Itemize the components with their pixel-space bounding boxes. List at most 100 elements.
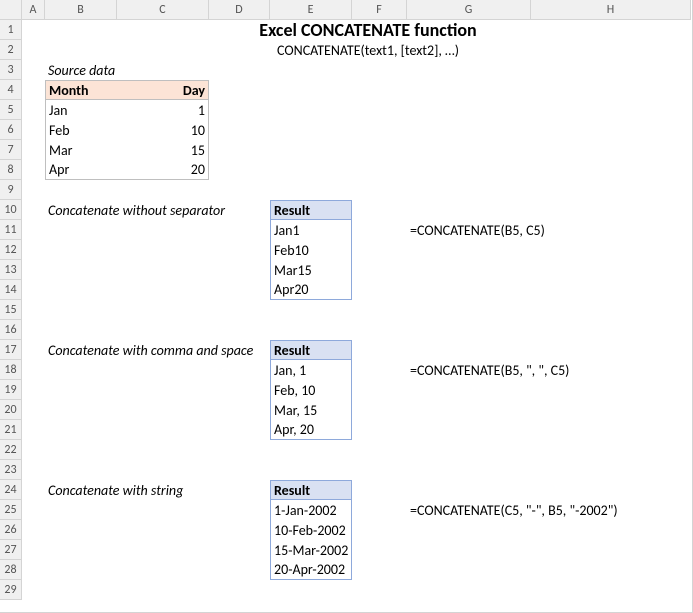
cell[interactable]: [352, 340, 691, 360]
cell[interactable]: [22, 480, 45, 500]
row-header[interactable]: 27: [0, 540, 22, 560]
cell[interactable]: [209, 120, 691, 140]
cell[interactable]: [22, 580, 691, 600]
result-cell[interactable]: 15-Mar-2002: [270, 540, 352, 560]
cell[interactable]: [22, 200, 45, 220]
result-cell[interactable]: Apr, 20: [270, 420, 352, 440]
src-day[interactable]: 15: [117, 140, 209, 160]
row-header[interactable]: 12: [0, 240, 22, 260]
row-header[interactable]: 20: [0, 400, 22, 420]
cell[interactable]: [22, 560, 270, 580]
cell[interactable]: [22, 400, 270, 420]
cell[interactable]: [209, 80, 691, 100]
row-header[interactable]: 22: [0, 440, 22, 460]
row-header[interactable]: 23: [0, 460, 22, 480]
result-cell[interactable]: Jan1: [270, 220, 352, 240]
row-header[interactable]: 9: [0, 180, 22, 200]
cell[interactable]: [352, 420, 691, 440]
cell[interactable]: [209, 100, 691, 120]
cell[interactable]: [22, 20, 45, 40]
cell[interactable]: [352, 520, 691, 540]
row-header[interactable]: 11: [0, 220, 22, 240]
src-month[interactable]: Apr: [45, 160, 117, 180]
row-header[interactable]: 6: [0, 120, 22, 140]
cell[interactable]: [22, 440, 691, 460]
row-header[interactable]: 13: [0, 260, 22, 280]
cell[interactable]: [22, 500, 270, 520]
row-header[interactable]: 25: [0, 500, 22, 520]
cell[interactable]: [22, 280, 270, 300]
row-header[interactable]: 4: [0, 80, 22, 100]
cell[interactable]: [352, 220, 407, 240]
result-cell[interactable]: Mar, 15: [270, 400, 352, 420]
cell[interactable]: [209, 60, 691, 80]
cell[interactable]: [22, 260, 270, 280]
cell[interactable]: [352, 200, 691, 220]
src-day[interactable]: 1: [117, 100, 209, 120]
row-header[interactable]: 18: [0, 360, 22, 380]
row-header[interactable]: 29: [0, 580, 22, 600]
cell[interactable]: [22, 420, 270, 440]
row-header[interactable]: 19: [0, 380, 22, 400]
row-header[interactable]: 8: [0, 160, 22, 180]
cell[interactable]: [22, 540, 270, 560]
col-header[interactable]: F: [352, 0, 407, 20]
cell[interactable]: [352, 240, 691, 260]
cell[interactable]: [22, 240, 270, 260]
row-header[interactable]: 14: [0, 280, 22, 300]
src-month[interactable]: Mar: [45, 140, 117, 160]
row-header[interactable]: 10: [0, 200, 22, 220]
col-header[interactable]: B: [45, 0, 117, 20]
cell[interactable]: [352, 400, 691, 420]
col-header[interactable]: D: [209, 0, 270, 20]
cell[interactable]: [352, 260, 691, 280]
cell[interactable]: [22, 120, 45, 140]
col-header[interactable]: G: [407, 0, 531, 20]
src-month[interactable]: Feb: [45, 120, 117, 140]
src-month[interactable]: Jan: [45, 100, 117, 120]
cell[interactable]: [22, 380, 270, 400]
cell[interactable]: [22, 180, 691, 200]
cell[interactable]: [352, 280, 691, 300]
src-day[interactable]: 10: [117, 120, 209, 140]
row-header[interactable]: 2: [0, 40, 22, 60]
row-header[interactable]: 28: [0, 560, 22, 580]
row-header[interactable]: 5: [0, 100, 22, 120]
cell[interactable]: [352, 380, 691, 400]
result-cell[interactable]: Feb, 10: [270, 380, 352, 400]
cell[interactable]: [22, 40, 45, 60]
cell[interactable]: [352, 560, 691, 580]
col-header[interactable]: C: [117, 0, 209, 20]
cell[interactable]: [22, 60, 45, 80]
cell[interactable]: [22, 80, 45, 100]
cell[interactable]: [209, 160, 691, 180]
cell[interactable]: [22, 100, 45, 120]
cell[interactable]: [352, 360, 407, 380]
cell[interactable]: [22, 460, 691, 480]
result-cell[interactable]: Jan, 1: [270, 360, 352, 380]
result-cell[interactable]: 20-Apr-2002: [270, 560, 352, 580]
cell[interactable]: [22, 520, 270, 540]
cell[interactable]: [352, 540, 691, 560]
row-header[interactable]: 16: [0, 320, 22, 340]
col-header[interactable]: H: [531, 0, 691, 20]
row-header[interactable]: 26: [0, 520, 22, 540]
cell[interactable]: [209, 140, 691, 160]
row-header[interactable]: 24: [0, 480, 22, 500]
result-cell[interactable]: 10-Feb-2002: [270, 520, 352, 540]
cell[interactable]: [22, 140, 45, 160]
row-header[interactable]: 7: [0, 140, 22, 160]
row-header[interactable]: 21: [0, 420, 22, 440]
result-cell[interactable]: Feb10: [270, 240, 352, 260]
result-cell[interactable]: 1-Jan-2002: [270, 500, 352, 520]
cell[interactable]: [22, 320, 691, 340]
cell[interactable]: [22, 360, 270, 380]
cell[interactable]: [352, 500, 407, 520]
cell[interactable]: [22, 340, 45, 360]
cell[interactable]: [22, 160, 45, 180]
row-header[interactable]: 3: [0, 60, 22, 80]
col-header[interactable]: E: [270, 0, 352, 20]
result-cell[interactable]: Apr20: [270, 280, 352, 300]
src-day[interactable]: 20: [117, 160, 209, 180]
result-cell[interactable]: Mar15: [270, 260, 352, 280]
